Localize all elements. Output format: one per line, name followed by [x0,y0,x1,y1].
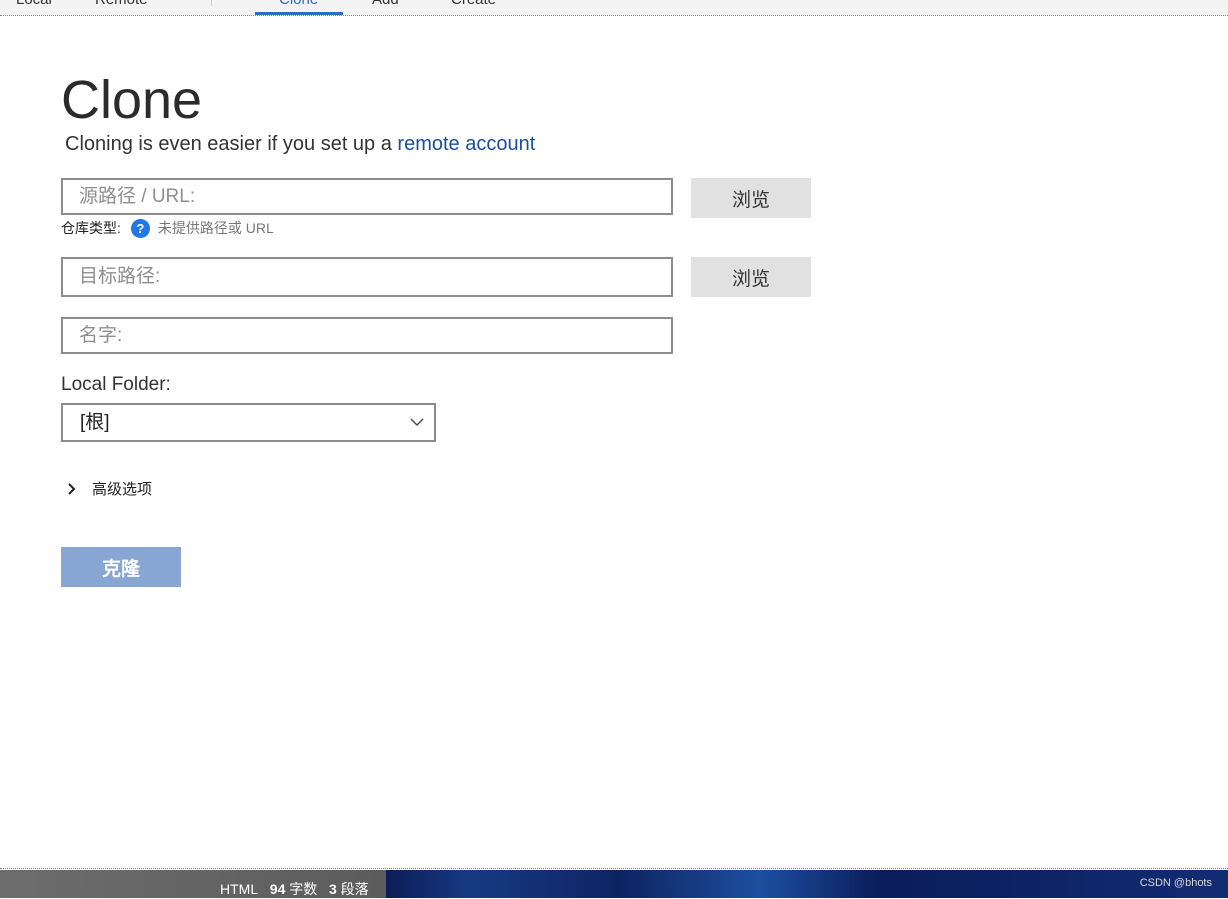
subtitle-text: Cloning is even easier if you set up a [65,133,392,155]
word-count-label: 字数 [289,881,318,897]
local-folder-select[interactable]: [根] [61,403,436,442]
tab-add[interactable]: Add [372,0,399,8]
target-path-input[interactable] [61,257,673,297]
local-folder-value: [根] [80,412,110,433]
repo-type-row: 仓库类型: ? 未提供路径或 URL [61,218,274,238]
remote-account-link[interactable]: remote account [397,133,535,155]
chevron-right-icon [68,482,76,495]
advanced-options-label: 高级选项 [92,481,153,498]
editor-mode: HTML [220,881,259,897]
local-folder-label: Local Folder: [61,374,171,395]
clone-button[interactable]: 克隆 [61,547,181,587]
tab-local[interactable]: Local [16,0,52,8]
tab-bar: Local Remote Clone Add Create [0,0,1228,16]
page-title: Clone [61,70,203,130]
repo-type-hint: 未提供路径或 URL [157,220,274,236]
target-browse-button[interactable]: 浏览 [691,257,811,297]
chevron-down-icon [410,418,424,426]
help-icon[interactable]: ? [130,218,150,238]
word-count: 94 [269,881,286,897]
source-url-input[interactable] [61,178,673,215]
watermark-credit: CSDN @bhots [1139,877,1212,889]
tab-create[interactable]: Create [451,0,496,8]
page-subtitle: Cloning is even easier if you set up a r… [65,133,535,156]
paragraph-count-label: 段落 [340,881,369,897]
status-bar: HTML 94 字数 3 段落 CSDN @bhots [0,870,1228,898]
tab-remote[interactable]: Remote [95,0,148,8]
paragraph-count: 3 [328,881,337,897]
tab-clone[interactable]: Clone [279,0,318,8]
status-divider [0,868,1228,869]
advanced-options-toggle[interactable]: 高级选项 [67,478,152,499]
active-tab-indicator [255,12,343,15]
tab-divider [211,0,212,6]
repo-type-label: 仓库类型: [61,220,121,236]
name-input[interactable] [61,317,673,354]
document-stats: HTML 94 字数 3 段落 [220,879,369,899]
source-browse-button[interactable]: 浏览 [691,178,811,218]
